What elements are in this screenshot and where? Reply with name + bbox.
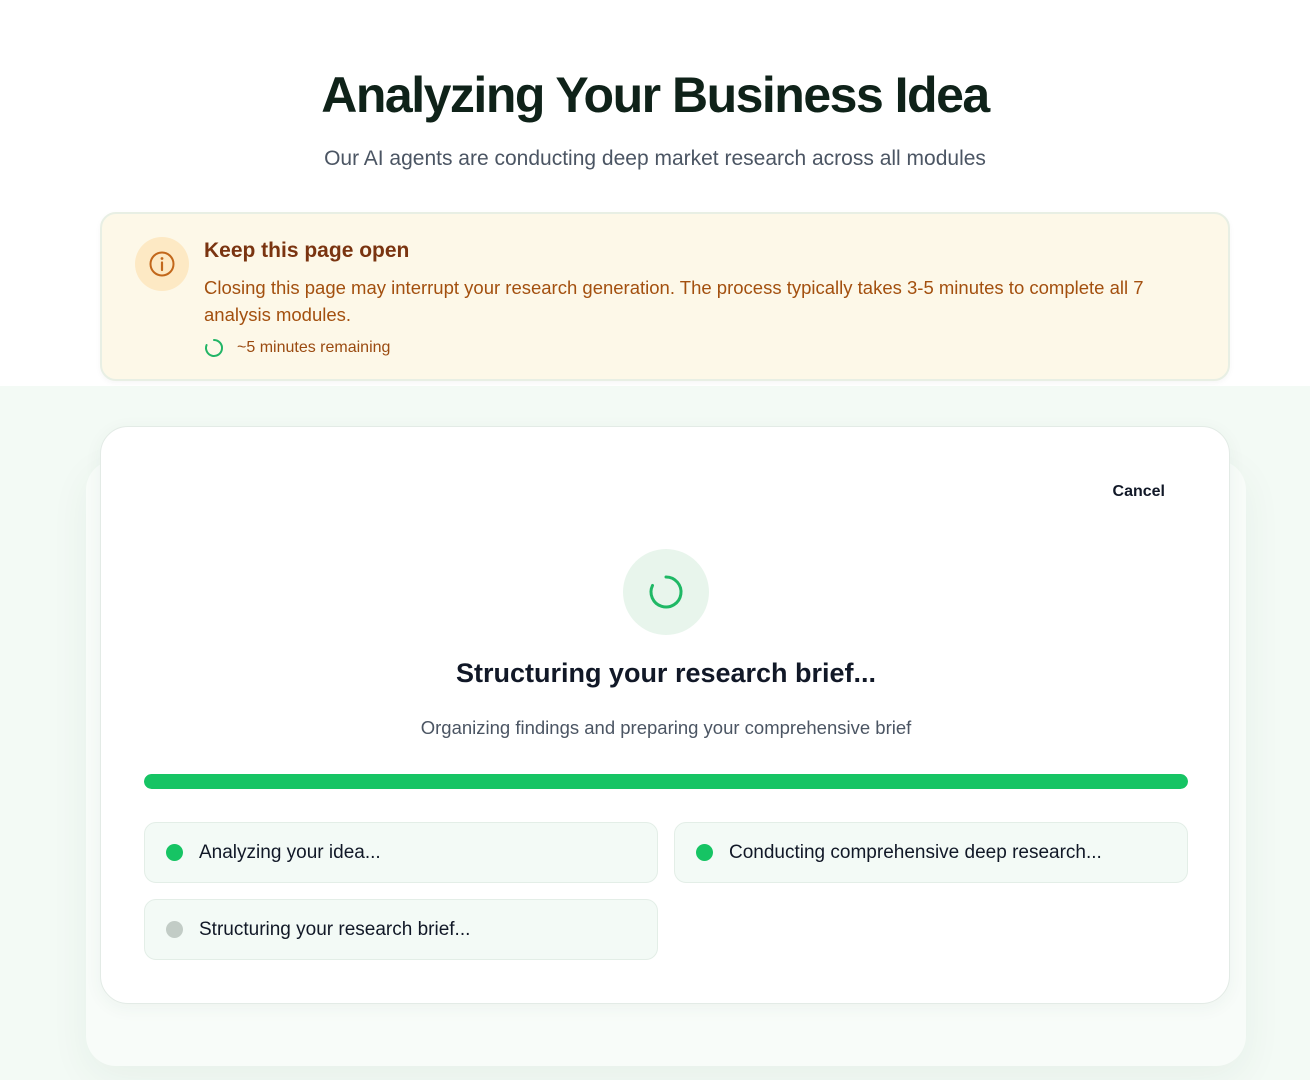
step-item-analyzing: Analyzing your idea...: [144, 822, 658, 883]
cancel-button[interactable]: Cancel: [1113, 483, 1165, 501]
loading-spinner-icon: [205, 339, 223, 357]
notice-title: Keep this page open: [204, 239, 410, 262]
time-remaining: ~5 minutes remaining: [204, 338, 390, 358]
stage-title: Structuring your research brief...: [455, 658, 877, 688]
step-label: Analyzing your idea...: [199, 841, 381, 863]
step-item-deep-research: Conducting comprehensive deep research..…: [674, 822, 1188, 883]
analysis-page: Analyzing Your Business Idea Our AI agen…: [0, 0, 1310, 1080]
step-status-dot: [166, 921, 183, 938]
step-label: Conducting comprehensive deep research..…: [729, 841, 1102, 863]
stage-description: Organizing findings and preparing your c…: [420, 717, 912, 738]
info-icon: [135, 237, 189, 291]
page-subtitle: Our AI agents are conducting deep market…: [324, 147, 986, 170]
step-status-dot: [166, 844, 183, 861]
step-item-structuring: Structuring your research brief...: [144, 899, 658, 960]
page-header: Analyzing Your Business Idea Our AI agen…: [0, 0, 1310, 173]
step-status-dot: [696, 844, 713, 861]
notice-body: Closing this page may interrupt your res…: [204, 277, 1144, 325]
step-label: Structuring your research brief...: [199, 918, 471, 940]
time-remaining-label: ~5 minutes remaining: [237, 339, 391, 356]
keep-page-open-notice: Keep this page open Closing this page ma…: [100, 212, 1230, 381]
progress-bar: [144, 774, 1188, 789]
progress-bar-fill: [144, 774, 1188, 789]
page-title: Analyzing Your Business Idea: [321, 67, 990, 123]
loading-spinner-icon: [649, 575, 683, 609]
progress-card: Cancel Structuring your research brief..…: [100, 426, 1230, 1004]
progress-spinner: [623, 549, 709, 635]
